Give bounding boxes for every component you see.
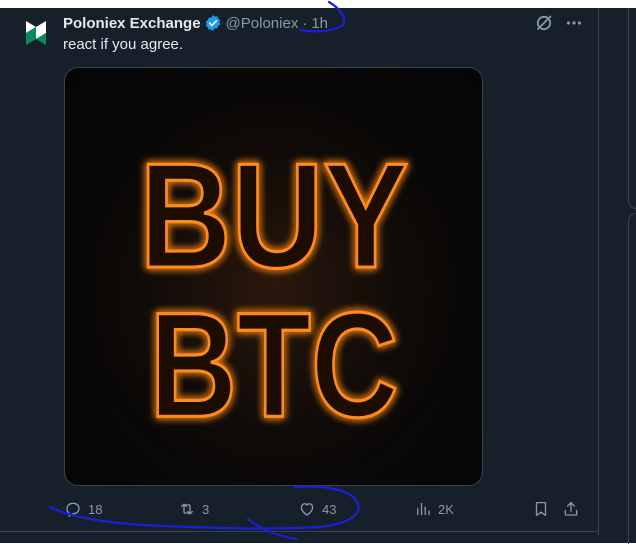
like-button[interactable]: 43 <box>298 498 336 520</box>
views-button[interactable]: 2K <box>414 498 454 520</box>
more-icon[interactable] <box>564 13 584 33</box>
sidebar-card-edge <box>628 8 636 209</box>
tweet-text: react if you agree. <box>63 36 184 53</box>
column-divider <box>598 8 599 535</box>
heart-icon <box>300 503 314 516</box>
share-icon <box>564 501 578 516</box>
reply-button[interactable]: 18 <box>64 498 102 520</box>
avatar[interactable] <box>20 17 52 49</box>
author-handle[interactable]: @Poloniex <box>226 15 299 32</box>
author-name[interactable]: Poloniex Exchange <box>63 15 201 32</box>
bookmark-icon <box>535 501 547 517</box>
reply-icon <box>66 502 80 517</box>
reply-count: 18 <box>88 501 103 517</box>
share-button[interactable] <box>562 498 580 520</box>
tweet-media-image[interactable]: BUY BTC <box>64 67 483 486</box>
tweet-action-bar: 18 3 43 2K <box>60 498 588 520</box>
like-count: 43 <box>322 501 337 517</box>
tweet-top-actions <box>534 13 584 33</box>
media-line-1: BUY <box>140 132 409 299</box>
media-line-2: BTC <box>150 281 399 448</box>
retweet-icon <box>181 503 193 515</box>
views-count: 2K <box>438 501 454 517</box>
poloniex-logo-icon <box>26 21 46 45</box>
sidebar-card-edge-lower <box>628 213 636 544</box>
tweet-timestamp[interactable]: 1h <box>311 15 328 32</box>
tweet-header: Poloniex Exchange @Poloniex · 1h <box>63 13 328 33</box>
verified-badge-icon[interactable] <box>204 14 222 32</box>
neon-text-graphic: BUY BTC <box>65 68 482 485</box>
header-separator: · <box>302 14 308 32</box>
tweet-divider <box>0 531 598 532</box>
retweet-button[interactable]: 3 <box>178 498 209 520</box>
grok-icon[interactable] <box>534 13 554 33</box>
bookmark-button[interactable] <box>532 498 550 520</box>
views-chart-icon <box>417 503 430 515</box>
retweet-count: 3 <box>202 501 210 517</box>
